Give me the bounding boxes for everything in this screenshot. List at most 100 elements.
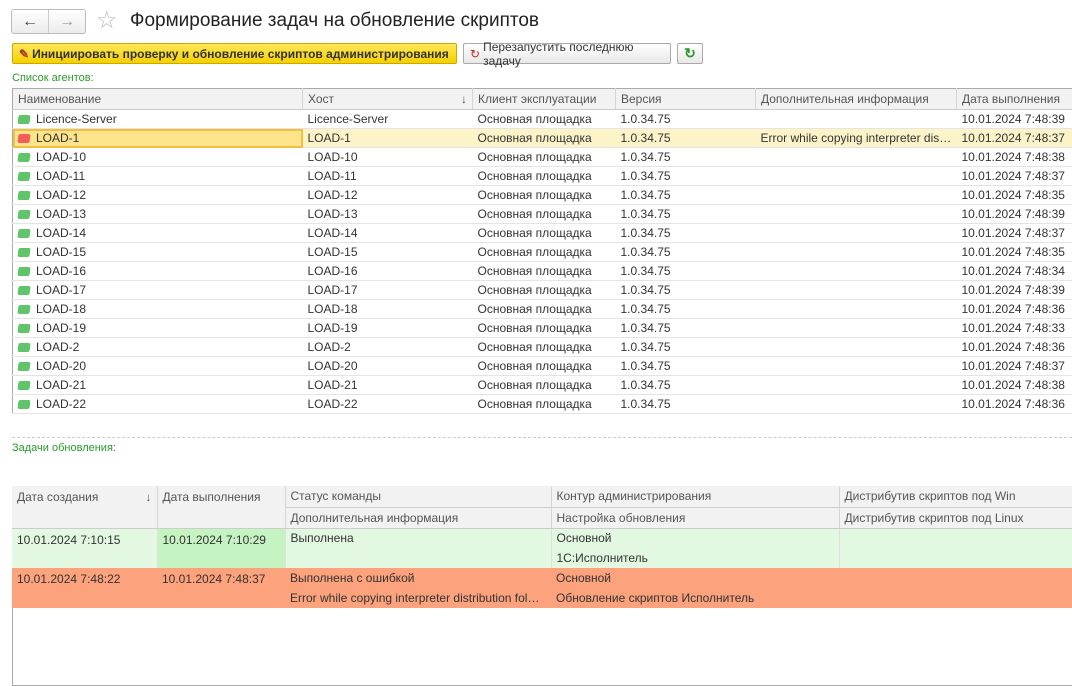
cell-client: Основная площадка bbox=[473, 167, 616, 186]
cell-name: LOAD-10 bbox=[13, 148, 303, 167]
table-row[interactable]: LOAD-19LOAD-19Основная площадка1.0.34.75… bbox=[13, 319, 1072, 338]
back-button[interactable]: ← bbox=[12, 10, 48, 33]
cell-name: LOAD-16 bbox=[13, 262, 303, 281]
table-row[interactable]: LOAD-12LOAD-12Основная площадка1.0.34.75… bbox=[13, 186, 1072, 205]
cell-version: 1.0.34.75 bbox=[616, 376, 756, 395]
table-row[interactable]: Licence-ServerLicence-ServerОсновная пло… bbox=[13, 110, 1072, 129]
cell-name: LOAD-22 bbox=[13, 395, 303, 414]
table-row[interactable]: LOAD-1LOAD-1Основная площадка1.0.34.75Er… bbox=[13, 129, 1072, 148]
column-header[interactable]: Дополнительная информация bbox=[756, 89, 957, 110]
initiate-check-button[interactable]: ✎ Инициировать проверку и обновление скр… bbox=[12, 43, 457, 64]
cell-win bbox=[839, 528, 1072, 548]
table-row[interactable]: LOAD-14LOAD-14Основная площадка1.0.34.75… bbox=[13, 224, 1072, 243]
table-row[interactable]: LOAD-10LOAD-10Основная площадка1.0.34.75… bbox=[13, 148, 1072, 167]
cell-host: LOAD-1 bbox=[303, 129, 473, 148]
column-header[interactable]: Клиент эксплуатации bbox=[473, 89, 616, 110]
cell-name: LOAD-12 bbox=[13, 186, 303, 205]
cell-info bbox=[756, 395, 957, 414]
column-header[interactable]: Версия bbox=[616, 89, 756, 110]
agent-ok-icon bbox=[17, 172, 30, 181]
magic-wand-icon: ✎ bbox=[19, 47, 29, 61]
cell-client: Основная площадка bbox=[473, 224, 616, 243]
column-header[interactable]: Хост↓ bbox=[303, 89, 473, 110]
cell-date: 10.01.2024 7:48:39 bbox=[957, 110, 1072, 129]
cell-version: 1.0.34.75 bbox=[616, 110, 756, 129]
cell-version: 1.0.34.75 bbox=[616, 262, 756, 281]
column-header-status[interactable]: Статус команды bbox=[285, 486, 551, 507]
refresh-button[interactable]: ↻ bbox=[677, 43, 703, 64]
cell-client: Основная площадка bbox=[473, 281, 616, 300]
restart-last-task-button[interactable]: ↻ Перезапустить последнюю задачу bbox=[463, 43, 671, 64]
cell-info bbox=[756, 243, 957, 262]
cell-linux bbox=[839, 548, 1072, 568]
cell-name: LOAD-19 bbox=[13, 319, 303, 338]
table-row[interactable]: LOAD-22LOAD-22Основная площадка1.0.34.75… bbox=[13, 395, 1072, 414]
agent-error-icon bbox=[17, 134, 30, 143]
sort-desc-icon: ↓ bbox=[461, 92, 467, 106]
task-row[interactable]: 10.01.2024 7:48:2210.01.2024 7:48:37Выпо… bbox=[12, 568, 1072, 588]
table-row[interactable]: LOAD-15LOAD-15Основная площадка1.0.34.75… bbox=[13, 243, 1072, 262]
cell-created: 10.01.2024 7:48:22 bbox=[12, 568, 157, 608]
column-header-linux[interactable]: Дистрибутив скриптов под Linux bbox=[839, 507, 1072, 528]
table-row[interactable]: LOAD-13LOAD-13Основная площадка1.0.34.75… bbox=[13, 205, 1072, 224]
cell-created: 10.01.2024 7:10:15 bbox=[12, 528, 157, 568]
cell-name: LOAD-21 bbox=[13, 376, 303, 395]
column-header[interactable]: Наименование bbox=[13, 89, 303, 110]
table-row[interactable]: LOAD-17LOAD-17Основная площадка1.0.34.75… bbox=[13, 281, 1072, 300]
cell-date: 10.01.2024 7:48:36 bbox=[957, 395, 1072, 414]
cell-host: LOAD-22 bbox=[303, 395, 473, 414]
cell-host: LOAD-14 bbox=[303, 224, 473, 243]
cell-version: 1.0.34.75 bbox=[616, 148, 756, 167]
cell-version: 1.0.34.75 bbox=[616, 186, 756, 205]
cell-setting: 1С:Исполнитель bbox=[551, 548, 839, 568]
cell-executed: 10.01.2024 7:10:29 bbox=[157, 528, 285, 568]
column-header-info[interactable]: Дополнительная информация bbox=[285, 507, 551, 528]
cell-client: Основная площадка bbox=[473, 395, 616, 414]
cell-date: 10.01.2024 7:48:37 bbox=[957, 129, 1072, 148]
cell-name: LOAD-11 bbox=[13, 167, 303, 186]
table-row[interactable]: LOAD-18LOAD-18Основная площадка1.0.34.75… bbox=[13, 300, 1072, 319]
agent-ok-icon bbox=[17, 267, 30, 276]
column-header-contour[interactable]: Контур администрирования bbox=[551, 486, 839, 507]
cell-host: LOAD-11 bbox=[303, 167, 473, 186]
cell-host: LOAD-12 bbox=[303, 186, 473, 205]
table-row[interactable]: LOAD-2LOAD-2Основная площадка1.0.34.7510… bbox=[13, 338, 1072, 357]
column-header-setting[interactable]: Настройка обновления bbox=[551, 507, 839, 528]
cell-client: Основная площадка bbox=[473, 338, 616, 357]
column-header-created[interactable]: Дата создания↓ bbox=[12, 486, 157, 528]
table-row[interactable]: LOAD-20LOAD-20Основная площадка1.0.34.75… bbox=[13, 357, 1072, 376]
sort-desc-icon: ↓ bbox=[146, 490, 152, 504]
cell-name: LOAD-14 bbox=[13, 224, 303, 243]
column-header-win[interactable]: Дистрибутив скриптов под Win bbox=[839, 486, 1072, 507]
column-header[interactable]: Дата выполнения bbox=[957, 89, 1072, 110]
agent-ok-icon bbox=[17, 286, 30, 295]
cell-client: Основная площадка bbox=[473, 376, 616, 395]
agent-ok-icon bbox=[17, 210, 30, 219]
favorite-star-icon[interactable]: ☆ bbox=[96, 6, 118, 35]
column-header-executed[interactable]: Дата выполнения bbox=[157, 486, 285, 528]
table-row[interactable]: LOAD-11LOAD-11Основная площадка1.0.34.75… bbox=[13, 167, 1072, 186]
cell-info bbox=[756, 110, 957, 129]
cell-host: LOAD-18 bbox=[303, 300, 473, 319]
cell-info bbox=[756, 376, 957, 395]
cell-name: Licence-Server bbox=[13, 110, 303, 129]
cell-client: Основная площадка bbox=[473, 129, 616, 148]
cell-date: 10.01.2024 7:48:35 bbox=[957, 243, 1072, 262]
cell-date: 10.01.2024 7:48:39 bbox=[957, 205, 1072, 224]
table-row[interactable]: LOAD-16LOAD-16Основная площадка1.0.34.75… bbox=[13, 262, 1072, 281]
cell-name: LOAD-13 bbox=[13, 205, 303, 224]
cell-setting: Обновление скриптов Исполнитель bbox=[551, 588, 839, 608]
agent-ok-icon bbox=[17, 153, 30, 162]
cell-version: 1.0.34.75 bbox=[616, 224, 756, 243]
table-row[interactable]: LOAD-21LOAD-21Основная площадка1.0.34.75… bbox=[13, 376, 1072, 395]
cell-info bbox=[756, 262, 957, 281]
task-row[interactable]: 10.01.2024 7:10:1510.01.2024 7:10:29Выпо… bbox=[12, 528, 1072, 548]
cell-host: LOAD-20 bbox=[303, 357, 473, 376]
cell-client: Основная площадка bbox=[473, 300, 616, 319]
agents-label: Список агентов: bbox=[12, 72, 94, 84]
cell-host: Licence-Server bbox=[303, 110, 473, 129]
cell-host: LOAD-10 bbox=[303, 148, 473, 167]
forward-button[interactable]: → bbox=[48, 10, 85, 33]
cell-version: 1.0.34.75 bbox=[616, 395, 756, 414]
agent-ok-icon bbox=[17, 229, 30, 238]
